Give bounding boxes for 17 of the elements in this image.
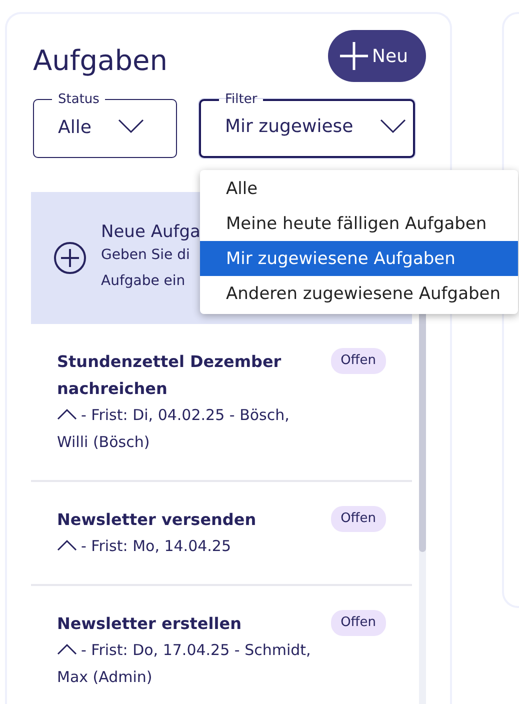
status-badge: Offen (330, 610, 386, 636)
field-label: Status (57, 92, 100, 107)
task-title: Newsletter versenden (57, 509, 258, 531)
panel-title: Aufgaben (33, 44, 168, 76)
task-deadline: - Frist: Mo, 14.04.25 (57, 533, 319, 560)
task-title: Newsletter erstellen (57, 613, 242, 635)
task-deadline: - Frist: Di, 04.02.25 - Bösch, Willi (Bösch) (57, 405, 290, 453)
task-title: Stundenzettel Dezember nachreichen (57, 351, 282, 400)
select-value: Alle (58, 116, 92, 138)
select-value: Mir zugewiese (225, 116, 354, 137)
task-deadline: - Frist: Do, 17.04.25 - Schmidt, Max (Admin) (57, 640, 312, 688)
new-task-hint: Geben Sie di (101, 246, 191, 265)
status-badge: Offen (330, 348, 386, 374)
new-task-title: Neue Aufga (101, 222, 200, 242)
status-badge: Offen (330, 506, 386, 532)
new-task-hint: Aufgabe ein (101, 272, 186, 291)
field-label: Filter (224, 92, 258, 107)
